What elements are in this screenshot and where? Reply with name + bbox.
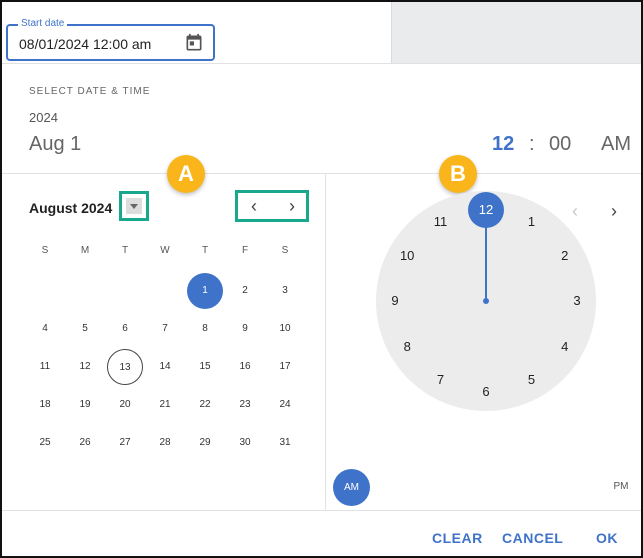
time-separator: : <box>529 133 535 155</box>
clock-hour-3[interactable]: 3 <box>565 289 589 313</box>
clock-prev-button[interactable]: ‹ <box>563 199 587 223</box>
calendar-day-20[interactable]: 20 <box>107 387 143 423</box>
calendar-day-3[interactable]: 3 <box>267 273 303 309</box>
weekday-label: M <box>80 245 90 256</box>
calendar-day-17[interactable]: 17 <box>267 349 303 385</box>
calendar-day-9[interactable]: 9 <box>227 311 263 347</box>
clock-hour-9[interactable]: 9 <box>383 289 407 313</box>
calendar-day-12[interactable]: 12 <box>67 349 103 385</box>
date-time-picker-window: Start date 08/01/2024 12:00 am SELECT DA… <box>0 0 643 558</box>
calendar-day-18[interactable]: 18 <box>27 387 63 423</box>
clock-hour-4[interactable]: 4 <box>553 335 577 359</box>
calendar-day-6[interactable]: 6 <box>107 311 143 347</box>
clock-hour-10[interactable]: 10 <box>395 244 419 268</box>
calendar-day-15[interactable]: 15 <box>187 349 223 385</box>
clock-hour-8[interactable]: 8 <box>395 335 419 359</box>
toolbar-title: SELECT DATE & TIME <box>29 86 151 97</box>
clock-hour-6[interactable]: 6 <box>474 380 498 404</box>
calendar-day-25[interactable]: 25 <box>27 425 63 461</box>
divider <box>2 63 641 64</box>
calendar-day-14[interactable]: 14 <box>147 349 183 385</box>
calendar-day-11[interactable]: 11 <box>27 349 63 385</box>
clock-hour-11[interactable]: 11 <box>429 210 453 234</box>
clock-hour-12[interactable]: 12 <box>468 192 504 228</box>
am-button[interactable]: AM <box>333 469 370 506</box>
calendar-day-1[interactable]: 1 <box>187 273 223 309</box>
calendar-day-31[interactable]: 31 <box>267 425 303 461</box>
marker-b: B <box>439 155 477 193</box>
top-bar: Start date 08/01/2024 12:00 am <box>2 2 641 63</box>
start-date-field[interactable]: Start date 08/01/2024 12:00 am <box>6 17 215 61</box>
clear-button[interactable]: CLEAR <box>432 528 483 548</box>
calendar-day-13[interactable]: 13 <box>107 349 143 385</box>
weekday-label: T <box>121 245 129 256</box>
calendar-day-29[interactable]: 29 <box>187 425 223 461</box>
selected-ampm[interactable]: AM <box>601 132 631 156</box>
divider <box>2 510 641 511</box>
weekday-label: W <box>160 245 170 256</box>
weekday-label: S <box>281 245 289 256</box>
divider <box>325 174 326 510</box>
start-date-label: Start date <box>18 17 68 31</box>
start-date-value[interactable]: 08/01/2024 12:00 am <box>19 35 151 53</box>
calendar-day-23[interactable]: 23 <box>227 387 263 423</box>
month-navigation: ‹ › <box>235 190 309 222</box>
clock-hour-1[interactable]: 1 <box>520 210 544 234</box>
selected-hour[interactable]: 12 <box>492 132 514 156</box>
pm-button[interactable]: PM <box>606 477 636 497</box>
marker-a: A <box>167 155 205 193</box>
next-month-button[interactable]: › <box>280 196 304 216</box>
clock-hour-5[interactable]: 5 <box>520 368 544 392</box>
clock-center <box>483 298 489 304</box>
calendar-day-2[interactable]: 2 <box>227 273 263 309</box>
calendar-day-30[interactable]: 30 <box>227 425 263 461</box>
weekday-label: S <box>41 245 49 256</box>
calendar-day-10[interactable]: 10 <box>267 311 303 347</box>
calendar-day-7[interactable]: 7 <box>147 311 183 347</box>
clock-hour-7[interactable]: 7 <box>429 368 453 392</box>
ok-button[interactable]: OK <box>596 528 618 548</box>
calendar-icon[interactable] <box>184 33 204 53</box>
calendar-day-22[interactable]: 22 <box>187 387 223 423</box>
calendar-day-28[interactable]: 28 <box>147 425 183 461</box>
selected-date[interactable]: Aug 1 <box>29 132 81 156</box>
chevron-down-icon <box>126 198 142 214</box>
prev-month-button[interactable]: ‹ <box>242 196 266 216</box>
calendar-day-21[interactable]: 21 <box>147 387 183 423</box>
weekday-label: F <box>241 245 249 256</box>
weekday-label: T <box>201 245 209 256</box>
calendar-day-24[interactable]: 24 <box>267 387 303 423</box>
cancel-button[interactable]: CANCEL <box>502 528 563 548</box>
selected-minute[interactable]: 00 <box>549 132 571 156</box>
background-panel <box>391 2 641 63</box>
divider <box>2 173 641 174</box>
calendar-day-26[interactable]: 26 <box>67 425 103 461</box>
month-dropdown-button[interactable] <box>119 191 149 221</box>
clock-next-button[interactable]: › <box>602 199 626 223</box>
calendar-day-5[interactable]: 5 <box>67 311 103 347</box>
calendar-day-16[interactable]: 16 <box>227 349 263 385</box>
selected-year[interactable]: 2024 <box>29 110 58 126</box>
calendar-day-19[interactable]: 19 <box>67 387 103 423</box>
calendar-day-27[interactable]: 27 <box>107 425 143 461</box>
clock-hour-2[interactable]: 2 <box>553 244 577 268</box>
calendar-day-4[interactable]: 4 <box>27 311 63 347</box>
calendar-day-8[interactable]: 8 <box>187 311 223 347</box>
month-label: August 2024 <box>29 200 113 216</box>
